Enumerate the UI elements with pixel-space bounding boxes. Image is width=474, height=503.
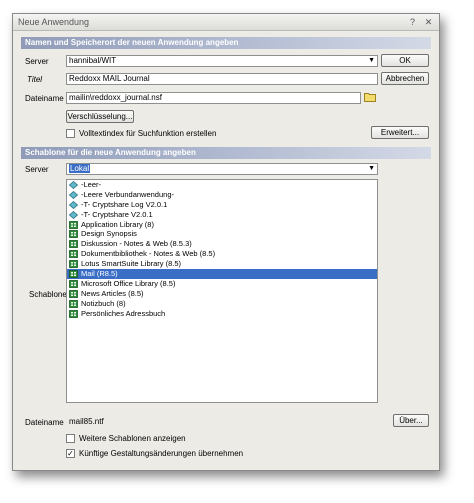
list-item-label: Application Library (8) (81, 219, 154, 229)
database-icon (69, 240, 78, 249)
fulltext-checkbox[interactable] (66, 129, 75, 138)
section-header-template: Schablone für die neue Anwendung angeben (21, 147, 431, 159)
database-icon (69, 220, 78, 229)
more-templates-checkbox[interactable] (66, 434, 75, 443)
chevron-down-icon[interactable]: ▼ (368, 164, 375, 174)
list-item-label: Notizbuch (8) (81, 298, 126, 308)
list-item-label: Dokumentbibliothek - Notes & Web (8.5) (81, 249, 216, 259)
template-server-combobox[interactable]: Lokal ▼ (66, 163, 378, 175)
database-icon (69, 279, 78, 288)
checkmark-icon: ✓ (67, 449, 74, 458)
list-item[interactable]: News Articles (8.5) (67, 289, 377, 299)
title-label: Titel (27, 75, 43, 84)
encryption-button[interactable]: Verschlüsselung... (66, 110, 134, 123)
close-button[interactable]: ✕ (422, 16, 435, 28)
list-item[interactable]: -Leer- (67, 180, 377, 190)
fulltext-label: Volltextindex für Suchfunktion erstellen (79, 129, 217, 138)
list-item-label: Diskussion - Notes & Web (8.5.3) (81, 239, 192, 249)
list-item[interactable]: -T- Cryptshare Log V2.0.1 (67, 200, 377, 210)
filename-input[interactable]: mailin\reddoxx_journal.nsf (66, 92, 361, 104)
title-input[interactable]: Reddoxx MAIL Journal (66, 73, 378, 85)
list-item[interactable]: -Leere Verbundanwendung- (67, 190, 377, 200)
list-item[interactable]: Mail (R8.5) (67, 269, 377, 279)
list-item[interactable]: Dokumentbibliothek - Notes & Web (8.5) (67, 249, 377, 259)
database-icon (69, 230, 78, 239)
template-filename-value: mail85.ntf (66, 416, 378, 428)
browse-button[interactable]: Über... (393, 414, 429, 427)
template-server-label: Server (25, 165, 49, 174)
diamond-icon (68, 180, 79, 189)
server-label: Server (25, 57, 49, 66)
list-item[interactable]: Application Library (8) (67, 220, 377, 230)
database-icon (69, 309, 78, 318)
database-icon (69, 289, 78, 298)
list-item-label: Lotus SmartSuite Library (8.5) (81, 259, 182, 269)
template-filename-label: Dateiname (25, 418, 64, 427)
server-combobox[interactable]: hannibal/WIT ▼ (66, 55, 378, 67)
diamond-icon (68, 190, 79, 199)
template-label: Schablone (29, 290, 67, 299)
chevron-down-icon[interactable]: ▼ (368, 56, 375, 66)
list-item-label: -Leer- (81, 180, 102, 189)
template-listbox[interactable]: -Leer- -Leere Verbundanwendung- -T- Crypts… (66, 179, 378, 403)
list-item-label: Design Synopsis (81, 229, 137, 239)
database-icon (69, 270, 78, 278)
section-header-target: Namen und Speicherort der neuen Anwendun… (21, 37, 431, 49)
more-templates-label: Weitere Schablonen anzeigen (79, 434, 186, 443)
list-item-label: -T- Cryptshare Log V2.0.1 (81, 199, 168, 209)
diamond-icon (68, 210, 79, 219)
list-item[interactable]: Notizbuch (8) (67, 299, 377, 309)
list-item-label: -T- Cryptshare V2.0.1 (81, 209, 153, 219)
list-item[interactable]: Lotus SmartSuite Library (8.5) (67, 259, 377, 269)
title-bar[interactable]: Neue Anwendung ? ✕ (13, 14, 439, 31)
list-item-label: Microsoft Office Library (8.5) (81, 278, 176, 288)
database-icon (69, 299, 78, 308)
list-item[interactable]: Microsoft Office Library (8.5) (67, 279, 377, 289)
list-item[interactable]: Design Synopsis (67, 229, 377, 239)
list-item-label: -Leere Verbundanwendung- (81, 189, 174, 199)
database-icon (69, 250, 78, 259)
ok-button[interactable]: OK (381, 54, 429, 67)
database-icon (69, 260, 78, 268)
list-item[interactable]: -T- Cryptshare V2.0.1 (67, 210, 377, 220)
cancel-button[interactable]: Abbrechen (381, 72, 429, 85)
list-item-label: Mail (R8.5) (81, 269, 118, 279)
list-item[interactable]: Diskussion - Notes & Web (8.5.3) (67, 239, 377, 249)
inherit-design-checkbox[interactable]: ✓ (66, 449, 75, 458)
filename-label: Dateiname (25, 94, 64, 103)
diamond-icon (68, 200, 79, 209)
advanced-button[interactable]: Erweitert... (371, 126, 429, 139)
list-item-label: Persönliches Adressbuch (81, 308, 166, 318)
inherit-design-label: Künftige Gestaltungsänderungen übernehme… (79, 449, 244, 458)
help-button[interactable]: ? (406, 16, 419, 28)
folder-icon[interactable] (364, 91, 376, 102)
list-item-label: News Articles (8.5) (81, 288, 144, 298)
list-item[interactable]: Persönliches Adressbuch (67, 309, 377, 319)
new-application-dialog: Neue Anwendung ? ✕ Namen und Speicherort… (12, 13, 440, 471)
window-title: Neue Anwendung (18, 17, 90, 27)
